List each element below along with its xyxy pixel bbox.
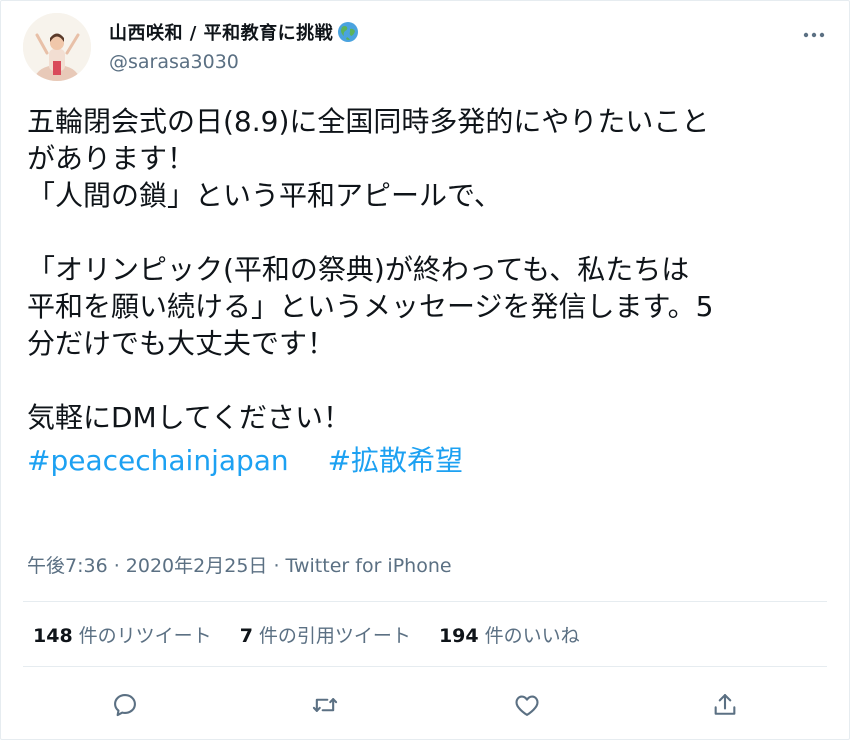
tweet-line: 平和を願い続ける」というメッセージを発信します。5	[27, 290, 714, 323]
hashtag-link[interactable]: #拡散希望	[328, 444, 463, 477]
tweet-card: 山西咲和 / 平和教育に挑戦 @sarasa3030 五輪閉会式の日(8.9)に…	[0, 0, 850, 740]
likes-label: 件のいいね	[484, 625, 580, 647]
action-bar	[1, 683, 849, 727]
engagement-stats: 148 件のリツイート 7 件の引用ツイート 194 件のいいね	[33, 621, 608, 648]
retweets-count: 148	[33, 625, 73, 647]
tweet-line: 五輪閉会式の日(8.9)に全国同時多発的にやりたいこと	[27, 105, 710, 138]
share-button[interactable]	[703, 683, 747, 727]
tweet-meta: 午後7:36 · 2020年2月25日 · Twitter for iPhone	[27, 551, 452, 578]
globe-icon	[337, 21, 359, 43]
likes-count: 194	[438, 625, 479, 647]
retweets-stat[interactable]: 148 件のリツイート	[33, 621, 212, 648]
display-name[interactable]: 山西咲和 / 平和教育に挑戦	[109, 19, 359, 45]
more-options-icon[interactable]	[801, 25, 827, 45]
quotes-count: 7	[239, 625, 253, 647]
reply-icon	[114, 694, 136, 717]
tweet-line: 「人間の鎖」という平和アピールで、	[27, 179, 502, 212]
hashtag-link[interactable]: #peacechainjapan	[27, 444, 289, 477]
source-link[interactable]: Twitter for iPhone	[286, 555, 452, 577]
like-button[interactable]	[505, 683, 549, 727]
retweet-button[interactable]	[303, 683, 347, 727]
avatar[interactable]	[23, 13, 91, 81]
hashtag-list: #peacechainjapan #拡散希望	[27, 442, 827, 479]
share-icon	[714, 694, 736, 715]
divider	[23, 666, 827, 667]
tweet-line: 気軽にDMしてください！	[27, 401, 352, 434]
display-name-text: 山西咲和 / 平和教育に挑戦	[109, 23, 334, 44]
quotes-label: 件の引用ツイート	[258, 625, 411, 647]
reply-button[interactable]	[103, 683, 147, 727]
tweet-line: 「オリンピック(平和の祭典)が終わっても、私たちは	[27, 253, 690, 286]
tweet-line: があります！	[27, 142, 196, 175]
retweets-label: 件のリツイート	[78, 625, 212, 647]
profile-photo	[23, 13, 91, 81]
tweet-text: 五輪閉会式の日(8.9)に全国同時多発的にやりたいこと があります！ 「人間の鎖…	[27, 103, 827, 479]
like-icon	[515, 695, 539, 716]
tweet-line: 分だけでも大丈夫です！	[27, 327, 336, 360]
divider	[23, 601, 827, 602]
meta-separator: ·	[267, 555, 286, 577]
timestamp[interactable]: 午後7:36 · 2020年2月25日	[27, 555, 267, 577]
quotes-stat[interactable]: 7 件の引用ツイート	[240, 621, 411, 648]
likes-stat[interactable]: 194 件のいいね	[439, 621, 580, 648]
retweet-icon	[312, 698, 338, 712]
user-handle[interactable]: @sarasa3030	[109, 51, 239, 73]
